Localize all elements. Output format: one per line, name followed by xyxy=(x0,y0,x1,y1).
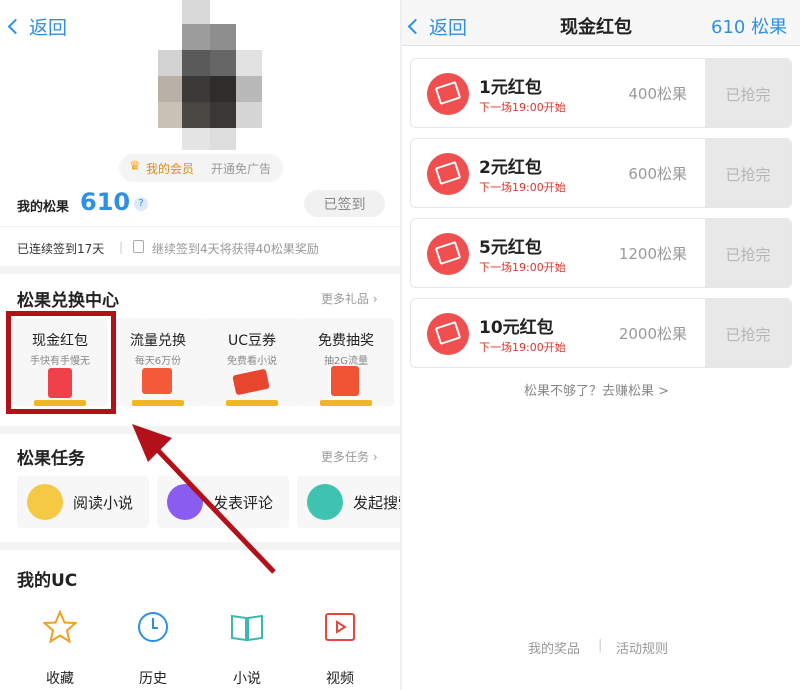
packet-next-time: 下一场19:00开始 xyxy=(479,261,566,274)
packet-name: 5元红包 xyxy=(479,238,542,258)
my-prizes-link[interactable]: 我的奖品 xyxy=(528,638,580,657)
packet-name: 1元红包 xyxy=(479,78,542,98)
back-label: 返回 xyxy=(429,17,468,39)
activity-rules-link[interactable]: 活动规则 xyxy=(616,638,668,657)
sold-out-button[interactable]: 已抢完 xyxy=(705,219,791,287)
earn-points-link[interactable]: 松果不够了？去赚松果 > xyxy=(524,380,669,399)
sold-out-button[interactable]: 已抢完 xyxy=(705,139,791,207)
balance: 610 松果 xyxy=(711,17,788,38)
packet-price: 400松果 xyxy=(628,85,687,103)
red-envelope-icon xyxy=(427,73,469,115)
packet-price: 2000松果 xyxy=(618,325,687,343)
packet-price: 600松果 xyxy=(628,165,687,183)
red-packet-row: 5元红包 下一场19:00开始 1200松果 已抢完 xyxy=(410,218,792,288)
packet-next-time: 下一场19:00开始 xyxy=(479,341,566,354)
red-envelope-icon xyxy=(427,153,469,195)
back-button[interactable]: 返回 xyxy=(407,13,468,40)
sold-out-button[interactable]: 已抢完 xyxy=(705,299,791,367)
packet-name: 10元红包 xyxy=(479,318,554,338)
annotation-arrow-icon xyxy=(132,424,276,574)
packet-next-time: 下一场19:00开始 xyxy=(479,181,566,194)
red-packet-row: 1元红包 下一场19:00开始 400松果 已抢完 xyxy=(410,58,792,128)
packet-name: 2元红包 xyxy=(479,158,542,178)
packet-next-time: 下一场19:00开始 xyxy=(479,101,566,114)
packet-price: 1200松果 xyxy=(618,245,687,263)
chevron-left-icon xyxy=(407,18,424,35)
red-packet-row: 10元红包 下一场19:00开始 2000松果 已抢完 xyxy=(410,298,792,368)
red-envelope-icon xyxy=(427,233,469,275)
page-title: 现金红包 xyxy=(560,17,632,38)
red-packet-row: 2元红包 下一场19:00开始 600松果 已抢完 xyxy=(410,138,792,208)
red-envelope-icon xyxy=(427,313,469,355)
sold-out-button[interactable]: 已抢完 xyxy=(705,59,791,127)
sign-in-page: 返回 ♛ 我的会员 开通免广告 我的松果 610 ? 已签到 已连续签到17天 … xyxy=(0,0,400,690)
cash-red-packet-page: 返回 现金红包 610 松果 1元红包 下一场19:00开始 400松果 已抢完… xyxy=(402,0,800,690)
